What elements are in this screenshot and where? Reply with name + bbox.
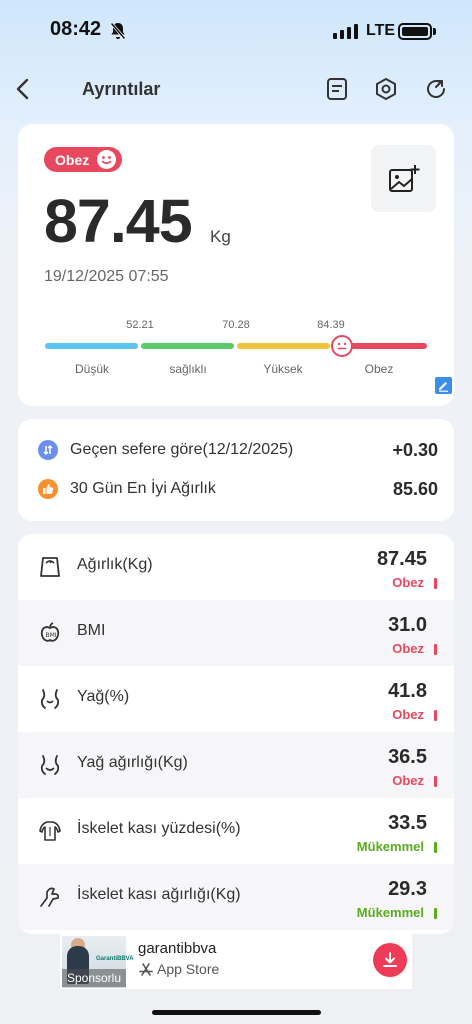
measurement-datetime: 19/12/2025 07:55 <box>44 268 169 285</box>
metric-status: Mükemmel <box>356 905 424 920</box>
download-button[interactable] <box>373 943 407 977</box>
status-badge-label: Obez <box>55 151 90 168</box>
sponsored-label: Sponsorlu <box>62 969 126 987</box>
weight-value: 87.45 <box>44 187 193 255</box>
muscle-weight-icon <box>40 887 60 907</box>
share-icon[interactable] <box>421 74 451 104</box>
best-weight-value: 85.60 <box>392 478 438 499</box>
status-badge: Obez <box>44 147 123 172</box>
threshold-low: 52.21 <box>126 319 154 331</box>
svg-text:BMI: BMI <box>46 632 57 639</box>
scale-label-high: Yüksek <box>263 362 303 376</box>
battery-tip <box>433 28 436 35</box>
metrics-list: Ağırlık(Kg) 87.45 Obez BMI BMI 31.0 Obez… <box>18 534 454 934</box>
metric-status: Mükemmel <box>356 839 424 854</box>
status-indicator <box>434 578 437 589</box>
metric-value: 87.45 <box>376 548 427 570</box>
metric-value: 31.0 <box>388 614 427 636</box>
status-indicator <box>434 776 437 787</box>
compare-arrows-icon <box>38 440 58 460</box>
metric-label: İskelet kası ağırlığı(Kg) <box>77 886 241 903</box>
threshold-high: 84.39 <box>317 319 345 331</box>
scale-label-obese: Obez <box>364 362 394 376</box>
fat-weight-icon <box>40 755 60 775</box>
edit-icon[interactable] <box>435 377 452 394</box>
metric-row-muscle-percent[interactable]: İskelet kası yüzdesi(%) 33.5 Mükemmel <box>18 798 454 864</box>
metric-label: İskelet kası yüzdesi(%) <box>77 820 241 837</box>
metric-value: 41.8 <box>388 680 427 702</box>
add-photo-icon <box>388 164 419 192</box>
metric-row-bmi[interactable]: BMI BMI 31.0 Obez <box>18 600 454 666</box>
comparison-row-best[interactable]: 30 Gün En İyi Ağırlık 85.60 <box>38 477 438 501</box>
metric-status: Obez <box>392 707 424 722</box>
metric-label: Ağırlık(Kg) <box>77 556 153 573</box>
muscle-icon <box>39 821 61 841</box>
status-indicator <box>434 842 437 853</box>
best-weight-label: 30 Gün En İyi Ağırlık <box>70 480 216 497</box>
comparison-value: +0.30 <box>392 439 438 460</box>
status-time: 08:42 <box>50 18 102 40</box>
metric-value: 36.5 <box>388 746 427 768</box>
scale-marker-icon <box>331 335 353 357</box>
scale-label-healthy: sağlıklı <box>169 362 207 376</box>
metric-label: Yağ(%) <box>77 688 130 705</box>
body-fat-icon <box>40 689 60 709</box>
weight-unit: Kg <box>210 227 231 246</box>
metric-row-weight[interactable]: Ağırlık(Kg) 87.45 Obez <box>18 534 454 600</box>
app-store-icon <box>139 962 153 981</box>
status-indicator <box>434 644 437 655</box>
metric-label: BMI <box>77 622 106 639</box>
scale-segment-high <box>237 343 330 349</box>
home-indicator <box>152 1010 321 1015</box>
ad-store-label: App Store <box>157 961 220 977</box>
threshold-mid: 70.28 <box>222 319 250 331</box>
metric-value: 29.3 <box>388 878 427 900</box>
metric-row-muscle-weight[interactable]: İskelet kası ağırlığı(Kg) 29.3 Mükemmel <box>18 864 454 930</box>
network-label: LTE <box>366 22 396 39</box>
scale-segment-low <box>45 343 138 349</box>
smiley-icon <box>97 150 117 169</box>
metric-row-fat-weight[interactable]: Yağ ağırlığı(Kg) 36.5 Obez <box>18 732 454 798</box>
thumbs-up-icon <box>38 479 58 499</box>
bmi-icon: BMI <box>40 622 60 642</box>
scale-icon <box>40 557 60 577</box>
bell-muted-icon <box>109 22 127 45</box>
report-icon[interactable] <box>322 74 352 104</box>
settings-icon[interactable] <box>371 74 401 104</box>
scale-label-low: Düşük <box>74 362 109 376</box>
add-photo-button[interactable] <box>371 145 436 212</box>
metric-label: Yağ ağırlığı(Kg) <box>77 754 188 771</box>
metric-status: Obez <box>392 641 424 656</box>
ad-logo: GarantiBBVA <box>96 956 134 962</box>
metric-value: 33.5 <box>388 812 427 834</box>
signal-icon <box>333 24 358 39</box>
comparison-row-previous[interactable]: Geçen sefere göre(12/12/2025) +0.30 <box>38 438 438 462</box>
scale-segment-healthy <box>141 343 234 349</box>
ad-brand-name[interactable]: garantibbva <box>138 940 216 957</box>
status-indicator <box>434 908 437 919</box>
metric-status: Obez <box>392 773 424 788</box>
metric-status: Obez <box>392 575 424 590</box>
page-title: Ayrıntılar <box>82 79 161 99</box>
comparison-card <box>18 419 454 521</box>
download-icon <box>383 952 397 967</box>
comparison-label: Geçen sefere göre(12/12/2025) <box>70 441 294 458</box>
status-indicator <box>434 710 437 721</box>
back-button[interactable] <box>8 74 38 104</box>
metric-row-fat[interactable]: Yağ(%) 41.8 Obez <box>18 666 454 732</box>
battery-icon <box>398 23 432 40</box>
